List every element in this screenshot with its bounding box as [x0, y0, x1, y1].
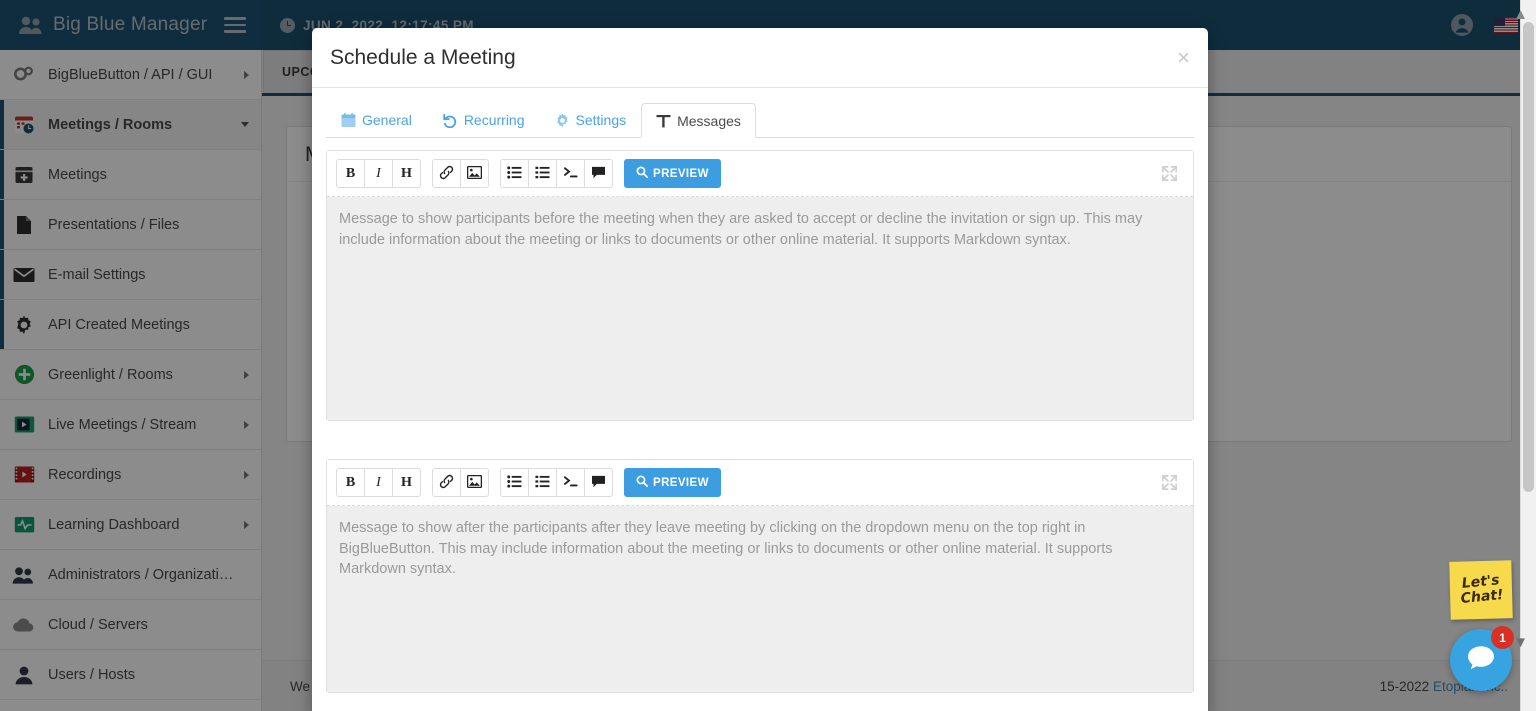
modal-title: Schedule a Meeting [330, 45, 516, 69]
preview-button-label: PREVIEW [653, 476, 709, 489]
tab-messages[interactable]: Messages [641, 103, 756, 138]
bold-button[interactable]: B [336, 468, 365, 497]
scrollbar-down-arrow-icon[interactable]: ▼ [1513, 634, 1528, 651]
editor-toolbar: B I H PREVIEW [327, 460, 1193, 506]
code-button[interactable] [556, 468, 585, 497]
tab-general[interactable]: General [326, 103, 427, 137]
page-scrollbar[interactable] [1520, 0, 1536, 711]
repeat-icon [442, 113, 458, 128]
ordered-list-icon [535, 166, 550, 182]
tab-messages-label: Messages [677, 112, 741, 129]
tab-recurring[interactable]: Recurring [427, 103, 540, 137]
text-style-group: B I H [336, 159, 421, 188]
expand-fullscreen-icon[interactable] [1155, 165, 1184, 182]
insert-group [432, 468, 489, 497]
link-button[interactable] [432, 159, 461, 188]
welcome-message-placeholder: Message to show participants before the … [339, 211, 1143, 248]
tab-general-label: General [362, 112, 412, 128]
screen: Big Blue Manager JUN 2, 2022, 12:17:45 P… [0, 0, 1536, 711]
chat-note-line2: Chat! [1459, 586, 1504, 607]
preview-button-label: PREVIEW [653, 167, 709, 180]
unordered-list-icon [507, 474, 522, 491]
image-icon [466, 474, 483, 491]
ordered-list-icon [535, 475, 550, 491]
heading-button[interactable]: H [392, 468, 421, 497]
unordered-list-button[interactable] [500, 159, 529, 188]
modal-body: General Recurring Settings Messages B I … [312, 88, 1208, 693]
modal-tabstrip: General Recurring Settings Messages [326, 102, 1194, 138]
unordered-list-icon [507, 165, 522, 182]
expand-fullscreen-icon[interactable] [1155, 474, 1184, 491]
tab-recurring-label: Recurring [463, 112, 525, 128]
quote-icon [591, 166, 606, 182]
text-icon [656, 114, 671, 128]
link-icon [439, 474, 454, 492]
italic-button[interactable]: I [364, 468, 393, 497]
chat-bubble-icon [1466, 644, 1496, 677]
editor-toolbar: B I H PREVIEW [327, 151, 1193, 197]
scrollbar-up-arrow-icon[interactable]: ▲ [1513, 6, 1528, 23]
exit-message-textarea[interactable]: Message to show after the participants a… [327, 506, 1193, 692]
link-button[interactable] [432, 468, 461, 497]
schedule-meeting-modal: Schedule a Meeting × General Recurring S… [312, 28, 1208, 711]
quote-button[interactable] [584, 159, 613, 188]
chat-sticky-note[interactable]: Let's Chat! [1449, 560, 1513, 620]
preview-button[interactable]: PREVIEW [624, 159, 721, 188]
search-icon [636, 475, 648, 490]
terminal-code-icon [563, 166, 578, 182]
image-button[interactable] [460, 468, 489, 497]
close-icon[interactable]: × [1177, 46, 1190, 69]
ordered-list-button[interactable] [528, 159, 557, 188]
scrollbar-thumb[interactable] [1523, 22, 1534, 492]
exit-message-editor: B I H PREVIEW Message to show after the … [326, 459, 1194, 693]
link-icon [439, 165, 454, 183]
tab-settings-label: Settings [575, 112, 627, 128]
image-button[interactable] [460, 159, 489, 188]
gear-icon [555, 113, 570, 128]
ordered-list-button[interactable] [528, 468, 557, 497]
insert-group [432, 159, 489, 188]
chat-unread-badge: 1 [1491, 626, 1514, 649]
code-button[interactable] [556, 159, 585, 188]
quote-icon [591, 475, 606, 491]
terminal-code-icon [563, 475, 578, 491]
search-icon [636, 166, 648, 181]
welcome-message-textarea[interactable]: Message to show participants before the … [327, 197, 1193, 420]
modal-header: Schedule a Meeting × [312, 28, 1208, 88]
list-group [500, 468, 613, 497]
heading-button[interactable]: H [392, 159, 421, 188]
image-icon [466, 165, 483, 182]
quote-button[interactable] [584, 468, 613, 497]
chat-note-text: Let's Chat! [1458, 573, 1504, 607]
calendar-icon [341, 112, 356, 128]
text-style-group: B I H [336, 468, 421, 497]
bold-button[interactable]: B [336, 159, 365, 188]
preview-button[interactable]: PREVIEW [624, 468, 721, 497]
list-group [500, 159, 613, 188]
exit-message-placeholder: Message to show after the participants a… [339, 520, 1113, 578]
tab-settings[interactable]: Settings [540, 103, 642, 137]
italic-button[interactable]: I [364, 159, 393, 188]
welcome-message-editor: B I H PREVIEW Message to show participan… [326, 150, 1194, 421]
unordered-list-button[interactable] [500, 468, 529, 497]
